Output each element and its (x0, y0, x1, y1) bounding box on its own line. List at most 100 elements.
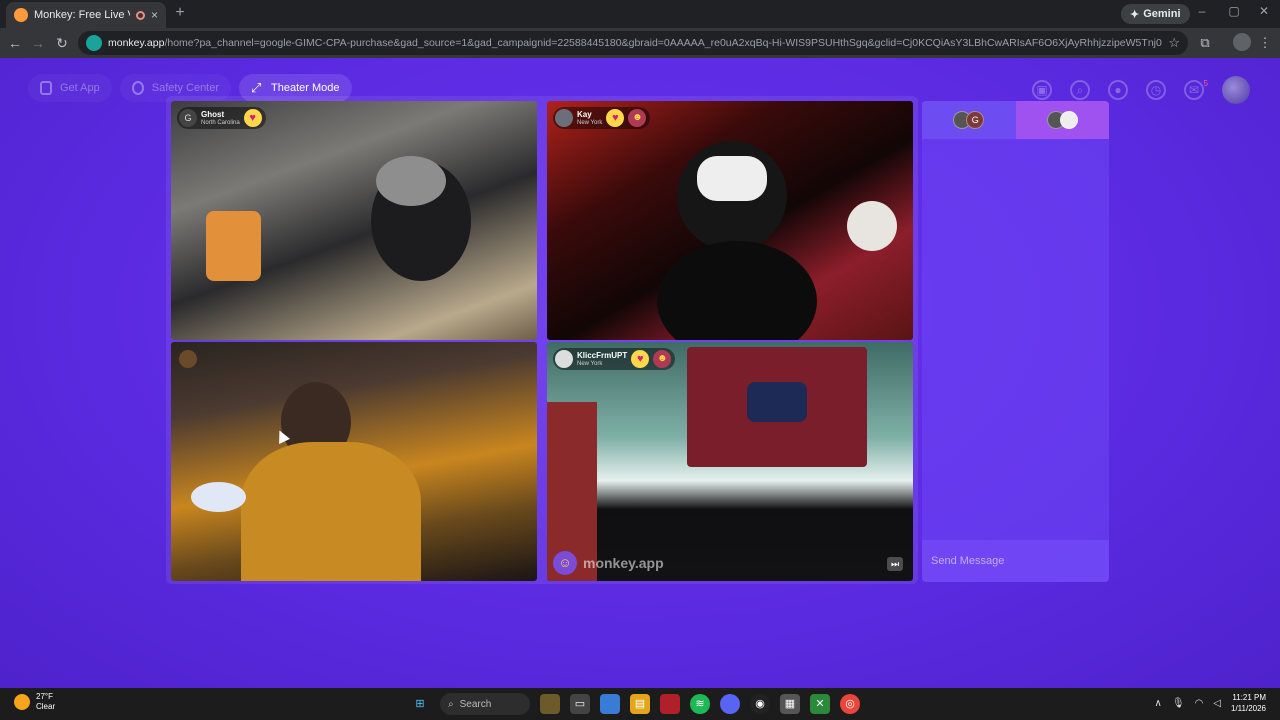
copilot-icon[interactable] (600, 694, 620, 714)
close-window-icon[interactable]: ✕ (1250, 4, 1278, 18)
microphone-icon[interactable]: 🎙 (1172, 698, 1185, 709)
store-icon[interactable]: ▦ (780, 694, 800, 714)
date: 1/11/2026 (1231, 704, 1266, 713)
browser-toolbar: ← → ↻ monkey.app/home?pa_channel=google-… (0, 28, 1280, 58)
theater-mode-label: Theater Mode (271, 82, 340, 94)
user-location: New York (577, 119, 603, 126)
obs-icon[interactable]: ◉ (750, 694, 770, 714)
notification-badge: 5 (1203, 79, 1208, 88)
chat-panel: G Send Message (922, 101, 1109, 582)
user-chip[interactable]: KliccFrmUPT New York ♥ ☻ (553, 348, 676, 370)
chat-tab-first[interactable]: G (922, 101, 1016, 139)
system-tray: ∧ 🎙 ◠ ◁ 11:21 PM 1/11/2026 (1155, 692, 1266, 714)
weather-sun-icon (14, 694, 30, 710)
temperature: 27°F (36, 692, 53, 701)
browser-tab[interactable]: Monkey: Free Live Video Ch × (6, 2, 166, 28)
heart-icon[interactable]: ♥ (243, 109, 262, 127)
browser-profile-avatar[interactable] (1233, 33, 1251, 51)
chat-tab-second[interactable] (1015, 101, 1109, 139)
heart-icon[interactable]: ♥ (606, 109, 625, 127)
wifi-icon[interactable]: ◠ (1195, 698, 1204, 709)
url-text[interactable]: monkey.app/home?pa_channel=google-GIMC-C… (108, 37, 1162, 49)
monkey-watermark: ☺ monkey.app (553, 551, 664, 575)
messages-icon[interactable]: ✉ 5 (1184, 79, 1208, 100)
video-tile-you[interactable] (171, 342, 537, 581)
taskbar-apps: ⊞ ⌕ Search ▭ ▤ ≋ ◉ ▦ ✕ ◎ (410, 693, 860, 715)
weather-widget[interactable]: 27°F Clear (14, 692, 55, 712)
reload-icon[interactable]: ↻ (53, 34, 71, 52)
tray-chevron-icon[interactable]: ∧ (1155, 698, 1162, 709)
user-avatar-letter: G (179, 109, 197, 127)
skip-next-icon[interactable]: ⏭ (887, 557, 903, 571)
user-chip[interactable]: Kay New York ♥ ☻ (553, 107, 651, 129)
widget-app-icon[interactable] (540, 694, 560, 714)
chrome-icon[interactable]: ◎ (840, 694, 860, 714)
shop-icon[interactable]: ▣ (1032, 80, 1052, 100)
user-name: Ghost (201, 109, 225, 119)
task-view-icon[interactable]: ▭ (570, 694, 590, 714)
tab-title: Monkey: Free Live Video Ch (34, 9, 130, 21)
get-app-button[interactable]: Get App (28, 74, 112, 102)
reading-mode-icon[interactable]: ⧉ (1196, 34, 1214, 52)
monkey-favicon-icon (14, 8, 28, 22)
back-arrow-icon[interactable]: ← (6, 34, 24, 52)
monkey-badge-icon: ☻ (653, 350, 672, 368)
gemini-button[interactable]: ✦ Gemini (1121, 4, 1190, 24)
browser-menu-icon[interactable]: ⋮ (1256, 34, 1274, 52)
bookmark-star-icon[interactable]: ☆ (1168, 35, 1180, 51)
browser-tab-bar: Monkey: Free Live Video Ch × + ✦ Gemini … (0, 0, 1280, 28)
volume-icon[interactable]: ◁ (1213, 698, 1221, 709)
address-bar[interactable]: monkey.app/home?pa_channel=google-GIMC-C… (78, 31, 1188, 55)
user-avatar[interactable] (1222, 76, 1250, 104)
send-message-input[interactable]: Send Message (922, 540, 1109, 582)
get-app-label: Get App (60, 82, 100, 94)
user-chip[interactable]: G Ghost North Carolina ♥ (177, 107, 266, 129)
recording-indicator-icon (135, 10, 145, 20)
sparkle-icon: ✦ (1130, 8, 1140, 21)
discord-icon[interactable] (720, 694, 740, 714)
user-location: North Carolina (201, 119, 240, 126)
history-clock-icon[interactable]: ◷ (1146, 80, 1166, 100)
chat-tabs: G (922, 101, 1109, 139)
search-label: Search (459, 698, 492, 710)
shield-icon (131, 81, 144, 95)
time: 11:21 PM (1232, 693, 1266, 702)
user-location: New York (577, 360, 603, 367)
search-icon[interactable]: ⌕ (1070, 80, 1090, 100)
user-name: Kay (577, 109, 592, 119)
user-avatar (555, 350, 573, 368)
tab-close-icon[interactable]: × (151, 8, 158, 22)
clock[interactable]: 11:21 PM 1/11/2026 (1231, 692, 1266, 714)
url-host: monkey.app (108, 37, 165, 49)
video-tile-kliccfrmupt[interactable]: KliccFrmUPT New York ♥ ☻ ☺ monkey.app ⏭ (547, 342, 913, 581)
weather-condition: Clear (36, 702, 56, 711)
avatar-letter: G (966, 111, 985, 129)
user-avatar (179, 350, 197, 368)
monkey-logo-icon: ☺ (553, 551, 577, 575)
url-path: /home?pa_channel=google-GIMC-CPA-purchas… (164, 37, 1163, 49)
user-avatar (555, 109, 573, 127)
user-chip[interactable] (177, 348, 201, 370)
windows-taskbar: 27°F Clear ⊞ ⌕ Search ▭ ▤ ≋ ◉ ▦ ✕ ◎ ∧ 🎙 ◠… (0, 688, 1280, 720)
forward-arrow-icon[interactable]: → (29, 34, 47, 52)
search-icon: ⌕ (448, 698, 454, 710)
spotify-icon[interactable]: ≋ (690, 694, 710, 714)
video-tile-kay[interactable]: Kay New York ♥ ☻ (547, 101, 913, 340)
maximize-icon[interactable]: ▢ (1220, 4, 1248, 18)
app-icon[interactable] (660, 694, 680, 714)
safety-center-label: Safety Center (151, 82, 220, 94)
phone-icon (40, 81, 52, 95)
new-tab-button[interactable]: + (170, 4, 190, 22)
minimize-icon[interactable]: – (1188, 4, 1216, 18)
taskbar-search[interactable]: ⌕ Search (440, 693, 530, 715)
coin-icon[interactable]: ● (1108, 80, 1128, 100)
site-info-icon[interactable] (86, 35, 102, 51)
avatar (1059, 111, 1078, 129)
file-explorer-icon[interactable]: ▤ (630, 694, 650, 714)
heart-icon[interactable]: ♥ (631, 350, 650, 368)
xbox-icon[interactable]: ✕ (810, 694, 830, 714)
user-name: KliccFrmUPT (577, 350, 628, 360)
video-tile-ghost[interactable]: G Ghost North Carolina ♥ (171, 101, 537, 340)
start-icon[interactable]: ⊞ (410, 694, 430, 714)
top-right-icons: ▣ ⌕ ● ◷ ✉ 5 (1032, 76, 1250, 104)
